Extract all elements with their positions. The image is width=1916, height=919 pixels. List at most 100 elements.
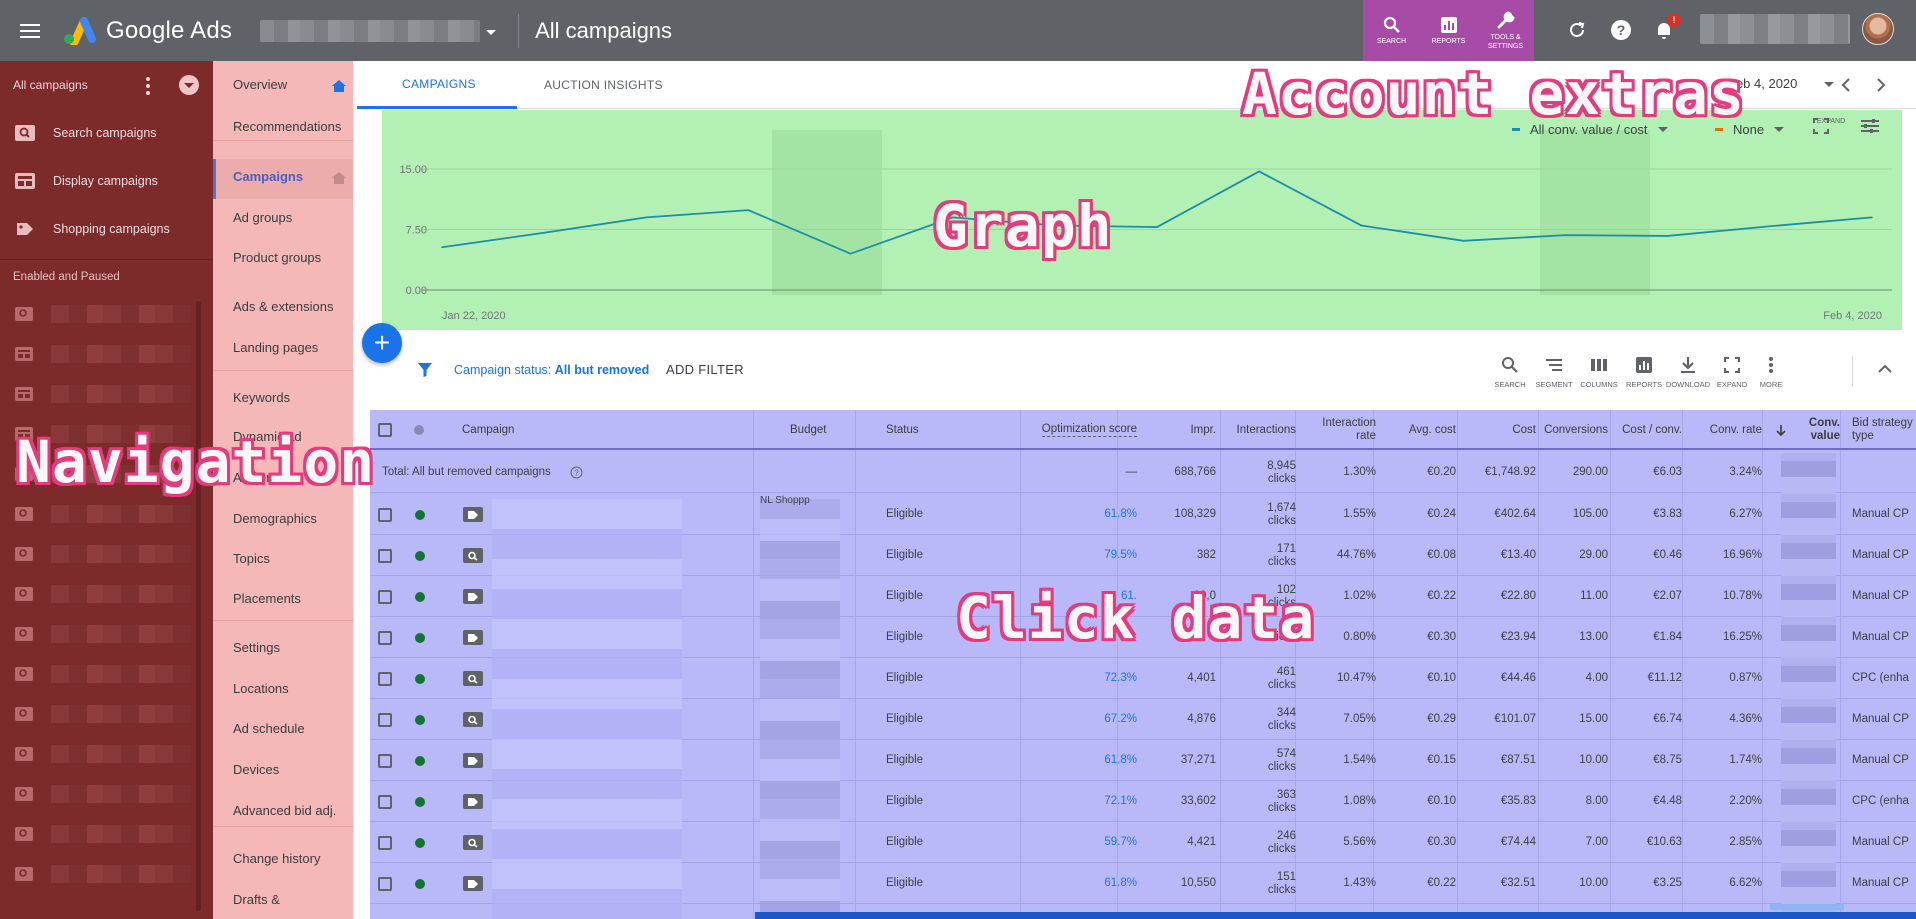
row-opt[interactable]: 61.8% — [1025, 494, 1137, 535]
row-opt[interactable]: 79.5% — [1025, 535, 1137, 576]
home-icon[interactable] — [331, 171, 347, 190]
avatar[interactable] — [1862, 13, 1894, 45]
collapse-nav-button[interactable] — [179, 75, 199, 95]
page-menu-item-topics[interactable]: Topics — [233, 551, 270, 566]
home-icon[interactable] — [331, 79, 347, 98]
row-checkbox[interactable] — [378, 740, 392, 781]
toolbar-segment-button[interactable]: SEGMENT — [1529, 354, 1579, 389]
header-budget[interactable]: Budget — [790, 410, 826, 450]
page-menu-item-advanced-bid-adj[interactable]: Advanced bid adj. — [233, 803, 336, 818]
nav-scrollbar[interactable] — [196, 301, 201, 911]
status-dot-enabled[interactable] — [415, 740, 425, 781]
page-menu-item-ad-schedule[interactable]: Ad schedule — [233, 721, 305, 736]
header-conv-rate[interactable]: Conv. rate — [1690, 410, 1762, 450]
row-checkbox[interactable] — [378, 617, 392, 658]
filter-icon[interactable] — [417, 362, 433, 378]
row-opt[interactable]: 61.8% — [1025, 863, 1137, 904]
next-period-icon[interactable] — [1868, 72, 1894, 98]
page-menu-item-keywords[interactable]: Keywords — [233, 390, 290, 405]
nav-item-display-campaigns[interactable]: Display campaigns — [0, 157, 213, 205]
row-checkbox[interactable] — [378, 535, 392, 576]
more-options-icon[interactable] — [146, 77, 150, 95]
page-menu-item-settings[interactable]: Settings — [233, 640, 280, 655]
header-conversions[interactable]: Conversions — [1540, 410, 1608, 450]
toolbar-search-button[interactable]: SEARCH — [1485, 354, 1535, 389]
page-menu-item-campaigns[interactable]: Campaigns — [233, 169, 303, 184]
status-filter-chip[interactable]: Campaign status: All but removed — [454, 363, 649, 377]
page-menu-item-drafts[interactable]: Drafts & — [233, 892, 280, 907]
row-checkbox[interactable] — [378, 576, 392, 617]
row-checkbox[interactable] — [378, 863, 392, 904]
status-dot-enabled[interactable] — [415, 535, 425, 576]
horizontal-scrollbar[interactable] — [755, 912, 1916, 919]
status-dot-enabled[interactable] — [415, 699, 425, 740]
page-menu-item-product-groups[interactable]: Product groups — [233, 250, 321, 265]
status-dot-enabled[interactable] — [415, 617, 425, 658]
header-interactions[interactable]: Interactions — [1226, 410, 1296, 450]
toolbar-download-button[interactable]: DOWNLOAD — [1663, 354, 1713, 389]
help-icon[interactable]: ? — [1608, 17, 1634, 43]
select-all-checkbox[interactable] — [378, 410, 392, 450]
scrollbar-thumb[interactable] — [1770, 904, 1844, 910]
tab-campaigns[interactable]: CAMPAIGNS — [357, 61, 517, 109]
nav-item-search-campaigns[interactable]: Search campaigns — [0, 109, 213, 157]
header-status[interactable]: Status — [886, 410, 919, 450]
nav-campaign-item[interactable] — [0, 654, 213, 694]
add-filter-button[interactable]: ADD FILTER — [666, 362, 744, 377]
chevron-up-icon[interactable] — [1878, 364, 1892, 374]
page-menu-item-placements[interactable]: Placements — [233, 591, 301, 606]
page-menu-item-ads-extensions[interactable]: Ads & extensions — [233, 299, 333, 314]
nav-campaign-item[interactable] — [0, 534, 213, 574]
nav-item-shopping-campaigns[interactable]: Shopping campaigns — [0, 205, 213, 253]
top-tools-settings-button[interactable]: TOOLS & SETTINGS — [1477, 0, 1534, 61]
help-icon[interactable]: ? — [570, 452, 583, 493]
tab-auction-insights[interactable]: AUCTION INSIGHTS — [544, 61, 714, 109]
top-search-button[interactable]: SEARCH — [1363, 0, 1420, 61]
notifications-icon[interactable]: ! — [1651, 13, 1681, 43]
previous-period-icon[interactable] — [1833, 72, 1859, 98]
status-dot-enabled[interactable] — [415, 576, 425, 617]
status-column-header[interactable] — [414, 410, 424, 450]
nav-campaign-item[interactable] — [0, 374, 213, 414]
status-dot-enabled[interactable] — [415, 494, 425, 535]
header-optimization-score[interactable]: Optimization score — [1025, 410, 1137, 450]
header-interaction-rate[interactable]: Interaction rate — [1300, 410, 1376, 450]
refresh-icon[interactable] — [1564, 17, 1590, 43]
row-opt[interactable]: 61.8% — [1025, 740, 1137, 781]
nav-campaign-item[interactable] — [0, 854, 213, 894]
header-impr[interactable]: Impr. — [1150, 410, 1216, 450]
row-checkbox[interactable] — [378, 822, 392, 863]
header-avg-cost[interactable]: Avg. cost — [1380, 410, 1456, 450]
nav-campaign-item[interactable] — [0, 694, 213, 734]
account-selector[interactable] — [260, 14, 500, 48]
row-checkbox[interactable] — [378, 699, 392, 740]
page-menu-item-landing-pages[interactable]: Landing pages — [233, 340, 318, 355]
graph-expand-button[interactable]: EXPAND — [1813, 118, 1849, 134]
toolbar-columns-button[interactable]: COLUMNS — [1574, 354, 1624, 389]
status-dot-enabled[interactable] — [415, 822, 425, 863]
page-menu-item-recommendations[interactable]: Recommendations — [233, 119, 341, 134]
top-reports-button[interactable]: REPORTS — [1420, 0, 1477, 61]
nav-campaign-item[interactable] — [0, 294, 213, 334]
toolbar-reports-button[interactable]: REPORTS — [1619, 354, 1669, 389]
header-cost[interactable]: Cost — [1460, 410, 1536, 450]
nav-campaign-item[interactable] — [0, 574, 213, 614]
nav-campaign-item[interactable] — [0, 814, 213, 854]
sort-arrow-down-icon[interactable] — [1776, 410, 1786, 450]
nav-campaign-item[interactable] — [0, 734, 213, 774]
status-dot-enabled[interactable] — [415, 658, 425, 699]
nav-header[interactable]: All campaigns — [0, 61, 213, 109]
page-menu-item-devices[interactable]: Devices — [233, 762, 279, 777]
header-bid-strategy[interactable]: Bid strategy type — [1852, 410, 1916, 450]
menu-icon[interactable] — [20, 23, 40, 38]
row-opt[interactable]: 67.2% — [1025, 699, 1137, 740]
header-campaign[interactable]: Campaign — [462, 410, 514, 450]
nav-campaign-item[interactable] — [0, 494, 213, 534]
row-checkbox[interactable] — [378, 781, 392, 822]
status-dot-enabled[interactable] — [415, 863, 425, 904]
page-menu-item-locations[interactable]: Locations — [233, 681, 289, 696]
header-conv-value[interactable]: Conv. value — [1790, 410, 1840, 450]
toolbar-more-button[interactable]: MORE — [1746, 354, 1796, 389]
row-checkbox[interactable] — [378, 658, 392, 699]
status-dot-enabled[interactable] — [415, 781, 425, 822]
